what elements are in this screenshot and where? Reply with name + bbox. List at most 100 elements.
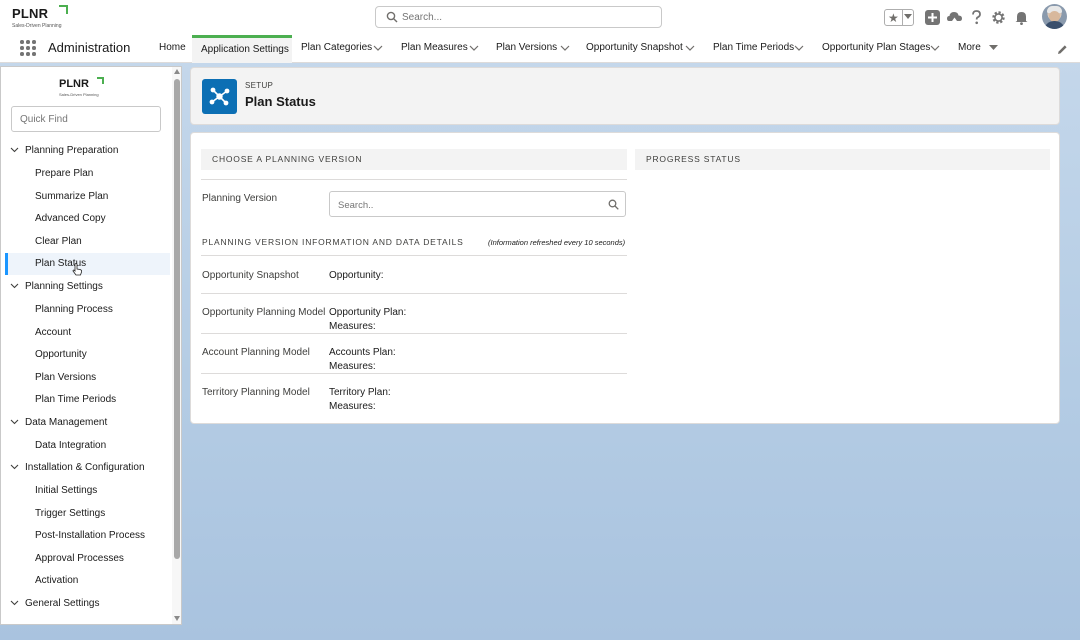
chevron-down-icon[interactable] (685, 45, 695, 52)
chevron-down-icon[interactable] (373, 45, 383, 52)
sidebar-plnr-logo: PLNR Sales-Driven Planning (59, 77, 109, 102)
quick-find[interactable] (11, 106, 161, 132)
logo-tagline: Sales-Driven Planning (12, 23, 62, 29)
tree-item-label: Activation (35, 575, 79, 586)
scroll-down-arrow-icon[interactable] (174, 616, 180, 621)
opportunity-measures-value: Measures: (329, 321, 376, 332)
tree-item-label: Plan Time Periods (35, 394, 117, 405)
sidebar-scrollbar[interactable] (172, 67, 181, 624)
sidebar-item-summarize-plan[interactable]: Summarize Plan (5, 186, 170, 208)
tree-section-data-management[interactable]: Data Management (1, 413, 171, 433)
divider (201, 179, 627, 180)
scroll-up-arrow-icon[interactable] (174, 69, 180, 74)
sidebar-item-plan-time-periods[interactable]: Plan Time Periods (5, 389, 170, 411)
tab-more[interactable]: More (949, 35, 1005, 63)
planning-version-input[interactable] (338, 198, 598, 212)
chevron-down-icon[interactable] (10, 283, 19, 289)
add-icon[interactable] (924, 9, 941, 26)
sidebar-item-account[interactable]: Account (5, 322, 170, 344)
favorites-menu-chevron-icon[interactable] (904, 14, 912, 20)
chevron-down-icon[interactable] (10, 464, 19, 470)
sidebar-item-trigger-settings[interactable]: Trigger Settings (5, 503, 170, 525)
chevron-down-icon[interactable] (469, 45, 479, 52)
tab-plan-versions[interactable]: Plan Versions (487, 35, 573, 63)
trailhead-icon[interactable] (946, 9, 963, 26)
page-eyebrow: SETUP (245, 81, 274, 90)
tab-opportunity-snapshot[interactable]: Opportunity Snapshot (577, 35, 699, 63)
sidebar-item-advanced-copy[interactable]: Advanced Copy (5, 208, 170, 230)
edit-nav-pencil-icon[interactable] (1057, 44, 1068, 55)
user-avatar[interactable] (1042, 4, 1067, 29)
tree-section-installation-configuration[interactable]: Installation & Configuration (1, 458, 171, 478)
tree-item-label: Opportunity (35, 349, 87, 360)
tree-section-label: Installation & Configuration (25, 462, 145, 473)
sidebar-item-plan-status[interactable]: Plan Status (5, 253, 170, 275)
logo-mark-icon (59, 5, 68, 14)
tab-label: Plan Versions (496, 42, 558, 53)
tab-plan-categories[interactable]: Plan Categories (292, 35, 384, 63)
quick-find-input[interactable] (20, 112, 150, 126)
tree-item-label: Initial Settings (35, 485, 98, 496)
sidebar-logo-tagline: Sales-Driven Planning (59, 92, 99, 97)
favorites-divider (902, 10, 903, 25)
opportunity-snapshot-label: Opportunity Snapshot (202, 270, 299, 281)
tab-label: Plan Measures (401, 42, 468, 53)
sidebar-item-prepare-plan[interactable]: Prepare Plan (5, 163, 170, 185)
plnr-logo[interactable]: PLNR Sales-Driven Planning (12, 5, 72, 32)
sidebar-scrollbar-thumb[interactable] (174, 79, 180, 559)
tree-item-label: Approval Processes (35, 553, 124, 564)
sidebar-item-clear-plan[interactable]: Clear Plan (5, 231, 170, 253)
chevron-down-icon[interactable] (930, 45, 940, 52)
tree-item-label: Clear Plan (35, 236, 82, 247)
global-search-input[interactable] (402, 9, 652, 25)
plan-status-icon (202, 79, 237, 114)
chevron-down-icon[interactable] (794, 45, 804, 52)
chevron-down-icon[interactable] (560, 45, 570, 52)
sidebar-item-planning-process[interactable]: Planning Process (5, 299, 170, 321)
setup-gear-icon[interactable] (990, 9, 1007, 26)
sidebar-item-plan-versions[interactable]: Plan Versions (5, 367, 170, 389)
tree-item-label: Trigger Settings (35, 508, 106, 519)
tab-opportunity-plan-stages[interactable]: Opportunity Plan Stages (813, 35, 945, 63)
mouse-pointer-hand-icon (72, 263, 82, 276)
notifications-bell-icon[interactable] (1013, 9, 1030, 26)
tab-plan-time-periods[interactable]: Plan Time Periods (704, 35, 808, 63)
tree-section-planning-preparation[interactable]: Planning Preparation (1, 141, 171, 161)
favorites-button[interactable]: ★ (884, 9, 914, 26)
accounts-plan-value: Accounts Plan: (329, 347, 396, 358)
sidebar-item-approval-processes[interactable]: Approval Processes (5, 548, 170, 570)
app-launcher-waffle-icon[interactable] (20, 40, 37, 57)
planning-version-search[interactable] (329, 191, 626, 217)
tab-application-settings[interactable]: Application Settings (192, 35, 292, 63)
tree-section-label: Planning Preparation (25, 145, 119, 156)
caret-down-icon[interactable] (989, 45, 998, 51)
chevron-down-icon[interactable] (10, 147, 19, 153)
opportunity-planning-model-label: Opportunity Planning Model (202, 307, 326, 318)
tab-home[interactable]: Home (150, 35, 192, 63)
sidebar-item-initial-settings[interactable]: Initial Settings (5, 480, 170, 502)
tree-section-general-settings[interactable]: General Settings (1, 594, 171, 614)
tree-section-label: General Settings (25, 598, 100, 609)
tree-item-label: Summarize Plan (35, 191, 109, 202)
tree-section-planning-settings[interactable]: Planning Settings (1, 277, 171, 297)
sidebar-item-data-integration[interactable]: Data Integration (5, 435, 170, 457)
help-icon[interactable] (968, 9, 985, 26)
tree-item-label: Account (35, 327, 72, 338)
chevron-down-icon[interactable] (10, 600, 19, 606)
sidebar-item-post-installation-process[interactable]: Post-Installation Process (5, 525, 170, 547)
tab-label: More (958, 42, 981, 53)
sidebar-item-opportunity[interactable]: Opportunity (5, 344, 170, 366)
app-navigation-bar: Administration Home Application Settings… (0, 35, 1080, 63)
page-header: SETUP Plan Status (190, 67, 1060, 125)
search-icon[interactable] (608, 199, 619, 210)
avatar-body (1044, 21, 1065, 29)
app-name: Administration (48, 40, 131, 55)
favorites-star-icon: ★ (888, 11, 899, 25)
sidebar-item-activation[interactable]: Activation (5, 570, 170, 592)
global-search[interactable] (375, 6, 662, 28)
tab-plan-measures[interactable]: Plan Measures (392, 35, 482, 63)
global-header: PLNR Sales-Driven Planning ★ (0, 0, 1080, 35)
chevron-down-icon[interactable] (10, 419, 19, 425)
hub-network-icon (209, 87, 230, 106)
territory-plan-value: Territory Plan: (329, 387, 391, 398)
